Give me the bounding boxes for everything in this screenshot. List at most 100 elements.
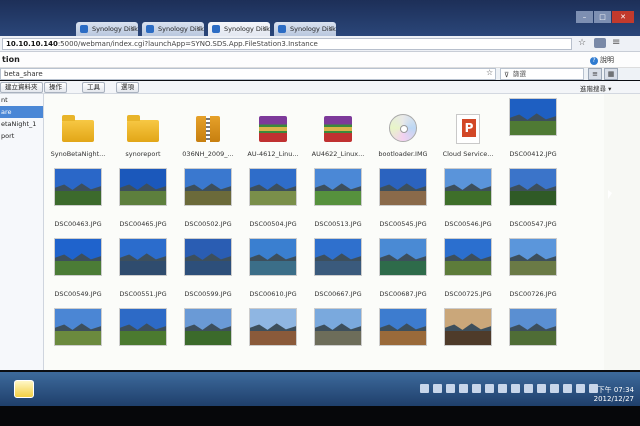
tray-icon[interactable] <box>498 384 507 393</box>
file-item[interactable]: DSC00465.JPG <box>111 168 175 240</box>
clock-date: 2012/12/27 <box>593 395 634 403</box>
photo-thumbnail <box>509 168 557 206</box>
tray-icon[interactable] <box>420 384 429 393</box>
folder-icon <box>62 115 94 142</box>
help-button[interactable]: ? 說明 <box>590 55 614 65</box>
file-item[interactable]: Cloud Service... <box>436 110 500 170</box>
file-item[interactable]: DSC00504.JPG <box>241 168 305 240</box>
file-item[interactable]: DSC00546.JPG <box>436 168 500 240</box>
browser-tab[interactable]: Synology DiskStation ✕ <box>142 22 204 36</box>
browser-tab[interactable]: Synology DiskStation ✕ <box>274 22 336 36</box>
tray-icon[interactable] <box>511 384 520 393</box>
close-tab-icon[interactable]: ✕ <box>196 22 201 36</box>
wrench-menu-icon[interactable]: ≡ <box>612 37 620 48</box>
file-item[interactable]: DSC00725.JPG <box>436 238 500 310</box>
bookmark-star-icon[interactable]: ☆ <box>578 38 586 48</box>
url-field[interactable]: 10.10.10.140:5000/webman/index.cgi?launc… <box>2 38 572 50</box>
tray-icon[interactable] <box>563 384 572 393</box>
tray-icon[interactable] <box>459 384 468 393</box>
tray-icon[interactable] <box>485 384 494 393</box>
file-item[interactable]: DSC00549.JPG <box>46 238 110 310</box>
extension-icon[interactable] <box>594 38 606 48</box>
file-item[interactable]: DSC00667.JPG <box>306 238 370 310</box>
file-item[interactable] <box>501 308 565 370</box>
file-item[interactable]: DSC00545.JPG <box>371 168 435 240</box>
file-item[interactable]: DSC00726.JPG <box>501 238 565 310</box>
file-item[interactable]: DSC00412.JPG <box>501 98 565 170</box>
filter-input[interactable]: ⊽ 篩選 <box>500 68 584 80</box>
close-window-icon[interactable]: ✕ <box>612 11 634 23</box>
file-item[interactable]: DSC00610.JPG <box>241 238 305 310</box>
tray-icon[interactable] <box>524 384 533 393</box>
thumbnail-view-button[interactable]: ▦ <box>604 68 618 80</box>
tray-icon[interactable] <box>550 384 559 393</box>
file-item[interactable]: DSC00599.JPG <box>176 238 240 310</box>
file-name: DSC00412.JPG <box>509 150 557 158</box>
taskbar-clock[interactable]: 下午 07:34 2012/12/27 <box>586 386 634 404</box>
maximize-icon[interactable]: □ <box>594 11 611 23</box>
photo-ground <box>380 191 426 205</box>
file-name: DSC00599.JPG <box>184 290 232 298</box>
photo-thumbnail <box>509 98 557 136</box>
file-item[interactable]: 036NH_2009_... <box>176 110 240 170</box>
tray-icon[interactable] <box>472 384 481 393</box>
file-item[interactable]: SynoBetaNight... <box>46 110 110 170</box>
file-item[interactable] <box>241 308 305 370</box>
screen-bezel <box>0 406 640 426</box>
photo-ground <box>185 331 231 345</box>
file-item[interactable] <box>436 308 500 370</box>
file-item[interactable]: DSC00687.JPG <box>371 238 435 310</box>
file-item[interactable]: synoreport <box>111 110 175 170</box>
file-item[interactable]: DSC00547.JPG <box>501 168 565 240</box>
file-item[interactable]: DSC00513.JPG <box>306 168 370 240</box>
tree-item[interactable]: nt <box>0 94 43 106</box>
photo-ground <box>510 261 556 275</box>
tray-icon[interactable] <box>537 384 546 393</box>
photo-thumbnail <box>184 168 232 206</box>
taskbar-app-icon[interactable] <box>14 380 34 398</box>
app-title: tion <box>2 55 20 64</box>
tray-icon[interactable] <box>576 384 585 393</box>
file-item[interactable] <box>306 308 370 370</box>
help-icon: ? <box>590 57 598 65</box>
file-item[interactable]: AU4622_Linux... <box>306 110 370 170</box>
tree-item[interactable]: etaNight_1 <box>0 118 43 130</box>
tree-item-selected[interactable]: are <box>0 106 43 118</box>
window-controls: – □ ✕ <box>576 11 634 23</box>
file-item[interactable]: DSC00463.JPG <box>46 168 110 240</box>
close-tab-icon[interactable]: ✕ <box>262 22 267 36</box>
action-menu-button[interactable]: 操作 <box>44 82 67 93</box>
file-name: DSC00545.JPG <box>379 220 427 228</box>
browser-tab[interactable]: Synology DiskStation ✕ <box>76 22 138 36</box>
file-item[interactable] <box>176 308 240 370</box>
file-item[interactable] <box>46 308 110 370</box>
photo-ground <box>380 331 426 345</box>
close-tab-icon[interactable]: ✕ <box>328 22 333 36</box>
photo-thumbnail <box>314 308 362 346</box>
advanced-search-button[interactable]: 進階搜尋 ▾ <box>580 83 611 93</box>
list-view-button[interactable]: ≡ <box>588 68 602 80</box>
app-header: tion ? 說明 <box>0 52 640 68</box>
photo-thumbnail <box>509 308 557 346</box>
tools-menu-button[interactable]: 工具 <box>82 82 105 93</box>
tree-item[interactable]: port <box>0 130 43 142</box>
browser-tab-active[interactable]: Synology DiskStation ✕ <box>208 22 270 36</box>
photo-thumbnail <box>314 238 362 276</box>
file-item[interactable]: DSC00502.JPG <box>176 168 240 240</box>
photo-ground <box>445 191 491 205</box>
file-item[interactable]: AU-4612_Linu... <box>241 110 305 170</box>
close-tab-icon[interactable]: ✕ <box>130 22 135 36</box>
file-item[interactable]: DSC00551.JPG <box>111 238 175 310</box>
file-item[interactable]: bootloader.IMG <box>371 110 435 170</box>
tray-icon[interactable] <box>446 384 455 393</box>
minimize-icon[interactable]: – <box>576 11 593 23</box>
new-folder-button[interactable]: 建立資料夾 <box>0 82 43 93</box>
file-item[interactable] <box>371 308 435 370</box>
settings-button[interactable]: 選項 <box>116 82 139 93</box>
path-field[interactable]: beta_share <box>0 68 496 80</box>
file-item[interactable] <box>111 308 175 370</box>
file-name: DSC00726.JPG <box>509 290 557 298</box>
favorite-star-icon[interactable]: ☆ <box>486 68 493 77</box>
tray-icon[interactable] <box>433 384 442 393</box>
photo-ground <box>55 331 101 345</box>
